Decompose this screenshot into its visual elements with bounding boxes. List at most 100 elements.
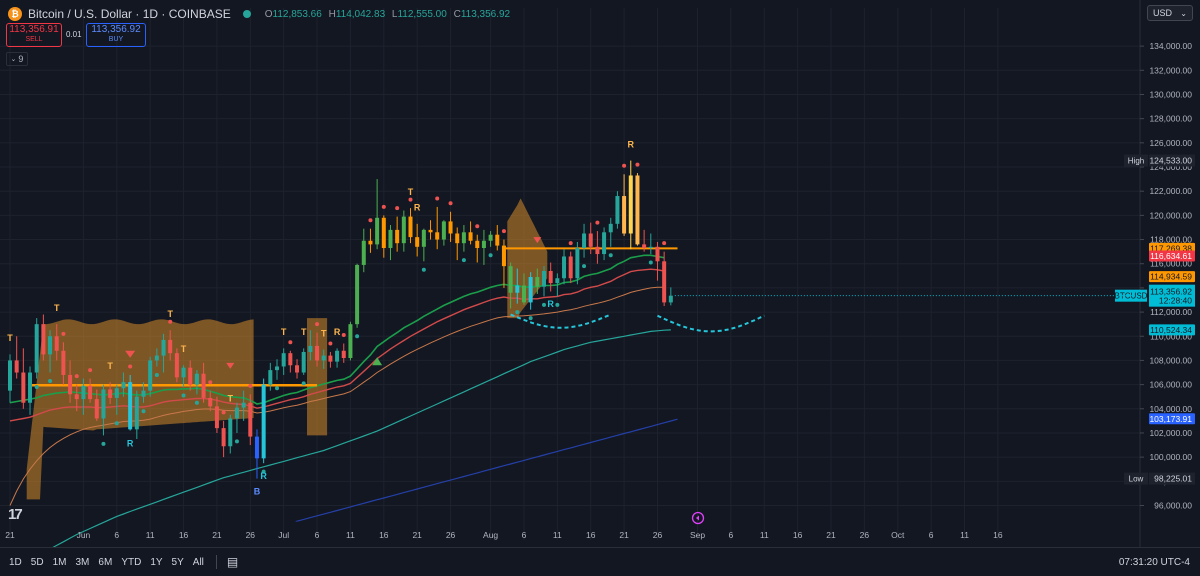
- goto-realtime-icon[interactable]: [690, 510, 706, 526]
- tradingview-logo: 17: [8, 506, 23, 523]
- currency-select[interactable]: USD ⌄: [1147, 5, 1193, 21]
- open-value: 112,853.66: [272, 8, 322, 20]
- range-1y[interactable]: 1Y: [150, 557, 162, 568]
- candle-body: [468, 232, 473, 241]
- candle-body: [535, 277, 540, 287]
- signal-dot: [648, 260, 653, 265]
- bar-countdown: 12:28:40: [1159, 296, 1192, 306]
- candle-body: [48, 336, 53, 355]
- candle-body: [375, 217, 380, 245]
- signal-dot: [435, 196, 440, 201]
- signal-marker-label: R: [414, 203, 421, 213]
- price-badge: 116,634.61: [1150, 251, 1192, 261]
- price-chart[interactable]: TTTTTTRBRTTTRTRRR96,000.0098,000.00100,0…: [0, 0, 1200, 575]
- range-1m[interactable]: 1M: [53, 557, 67, 568]
- range-ytd[interactable]: YTD: [121, 557, 141, 568]
- candle-body: [154, 355, 159, 361]
- time-tick-label: 26: [246, 530, 256, 540]
- signal-dot: [395, 206, 400, 211]
- signal-dot: [381, 204, 386, 209]
- calendar-icon[interactable]: ▤: [227, 555, 238, 569]
- candle-body: [495, 234, 500, 246]
- candle-body: [248, 402, 253, 437]
- candle-body: [335, 350, 340, 362]
- candle-body: [81, 385, 86, 400]
- signal-dot: [635, 162, 640, 167]
- candle-body: [582, 233, 587, 249]
- candle-body: [228, 418, 233, 447]
- signal-dot: [488, 253, 493, 258]
- price-tick-label: 102,000.00: [1149, 428, 1192, 438]
- symbol-title[interactable]: Bitcoin / U.S. Dollar · 1D · COINBASE: [28, 7, 231, 21]
- candle-body: [161, 339, 166, 356]
- time-tick-label: Jun: [77, 530, 91, 540]
- candle-body: [395, 229, 400, 244]
- signal-marker-label: R: [547, 299, 554, 309]
- range-all[interactable]: All: [193, 557, 204, 568]
- candle-body: [41, 324, 46, 355]
- candle-body: [254, 436, 259, 459]
- signal-dot: [461, 258, 466, 263]
- candle-body: [108, 389, 113, 398]
- candle-body: [295, 365, 300, 373]
- price-badge: 114,934.59: [1150, 272, 1192, 282]
- signal-dot: [168, 319, 173, 324]
- high_marker-label: High: [1128, 157, 1144, 166]
- time-tick-label: 6: [929, 530, 934, 540]
- buy-label: BUY: [108, 36, 124, 43]
- price-tick-label: 130,000.00: [1149, 89, 1192, 99]
- time-tick-label: 26: [446, 530, 456, 540]
- signal-marker-label: T: [228, 394, 234, 404]
- time-tick-label: 16: [586, 530, 596, 540]
- candle-body: [455, 233, 460, 244]
- toolbar-divider: [215, 555, 217, 569]
- low-value: 112,555.00: [397, 8, 447, 20]
- time-tick-label: 26: [653, 530, 663, 540]
- sell-label: SELL: [25, 36, 43, 43]
- time-tick-label: 21: [826, 530, 836, 540]
- range-6m[interactable]: 6M: [98, 557, 112, 568]
- signal-dot: [595, 220, 600, 225]
- chart-area[interactable]: TTTTTTRBRTTTRTRRR96,000.0098,000.00100,0…: [0, 0, 1200, 575]
- spread-value: 0.01: [66, 30, 82, 39]
- signal-dot: [194, 400, 199, 405]
- time-tick-label: Sep: [690, 530, 705, 540]
- time-tick-label: 16: [379, 530, 389, 540]
- signal-dot: [88, 368, 93, 373]
- candle-body: [241, 402, 246, 408]
- range-3m[interactable]: 3M: [76, 557, 90, 568]
- time-tick-label: 21: [5, 530, 15, 540]
- candle-body: [542, 270, 546, 287]
- candle-body: [428, 229, 433, 233]
- candle-body: [234, 407, 239, 419]
- signal-dot: [368, 218, 373, 223]
- candle-body: [321, 355, 326, 361]
- signal-dot: [101, 441, 106, 446]
- range-5y[interactable]: 5Y: [172, 557, 184, 568]
- range-5d[interactable]: 5D: [31, 557, 44, 568]
- consolidation-zone: [507, 198, 548, 319]
- signal-dot: [528, 316, 533, 321]
- candle-body: [288, 353, 293, 366]
- sell-button[interactable]: 113,356.91 SELL: [6, 23, 62, 47]
- range-1d[interactable]: 1D: [9, 557, 22, 568]
- market-open-dot-icon: [242, 10, 251, 18]
- time-tick-label: 6: [315, 530, 320, 540]
- signal-marker-label: T: [54, 303, 60, 313]
- buy-button[interactable]: 113,356.92 BUY: [86, 23, 146, 47]
- candle-body: [134, 396, 139, 430]
- indicators-collapse-toggle[interactable]: ⌄ 9: [6, 52, 28, 66]
- signal-marker-label: T: [321, 328, 327, 338]
- signal-marker-label: T: [181, 344, 187, 354]
- time-tick-label: 11: [346, 530, 355, 540]
- utc-clock[interactable]: 07:31:20 UTC-4: [1119, 557, 1190, 568]
- candle-body: [74, 394, 79, 400]
- symbol-header[interactable]: ₿ Bitcoin / U.S. Dollar · 1D · COINBASE …: [8, 4, 514, 24]
- candle-body: [508, 266, 513, 293]
- signal-dot: [208, 380, 213, 385]
- candle-body: [415, 237, 420, 247]
- signal-marker-label: T: [301, 327, 307, 337]
- candle-body: [174, 353, 179, 378]
- signal-dot: [221, 410, 226, 415]
- signal-dot: [301, 381, 306, 386]
